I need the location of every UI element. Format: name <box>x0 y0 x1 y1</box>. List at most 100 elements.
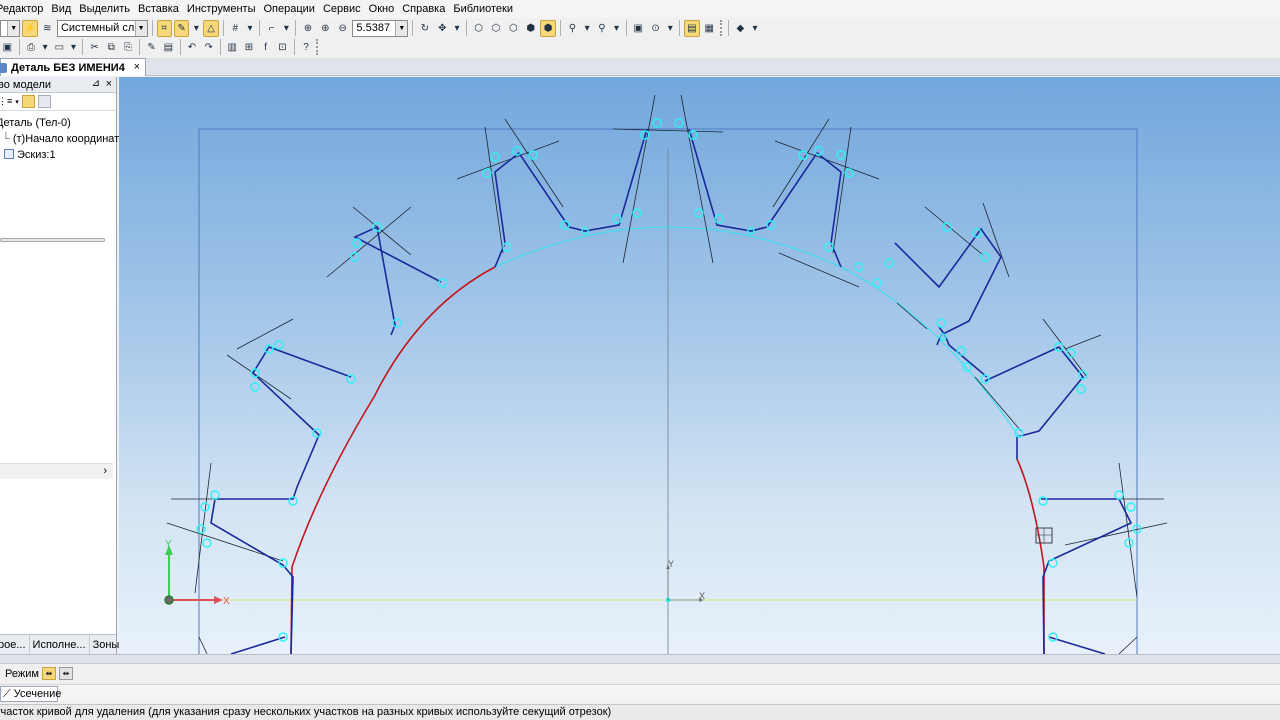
view-shaded-icon[interactable]: ⬢ <box>523 20 538 37</box>
chevron-down-icon[interactable]: ▾ <box>245 20 255 37</box>
toolbar-grip[interactable] <box>316 39 320 55</box>
filter-icon[interactable]: ⚲ <box>565 20 580 37</box>
tree-item-label: Эскиз:1 <box>17 149 56 161</box>
state-combo[interactable]: ▼ <box>0 19 21 37</box>
close-icon[interactable]: × <box>106 78 112 90</box>
chevron-down-icon[interactable]: ▾ <box>281 20 291 37</box>
manager-icon[interactable]: ▤ <box>161 39 176 56</box>
menu-item-1[interactable]: Вид <box>47 0 75 18</box>
paste-icon[interactable]: ⎘ <box>121 39 136 56</box>
measure-icon[interactable]: △ <box>203 19 219 37</box>
lock-icon[interactable]: ⊡ <box>275 39 290 56</box>
construction-arc[interactable] <box>494 226 1020 438</box>
sketch-mode-icon[interactable]: ▤ <box>684 19 700 37</box>
tree-view-icon[interactable] <box>21 95 35 108</box>
menu-item-6[interactable]: Сервис <box>319 0 365 18</box>
folder-icon[interactable]: ▣ <box>630 20 645 37</box>
eraser-icon[interactable]: ◆ <box>733 20 748 37</box>
save-icon[interactable]: ▣ <box>0 39 15 56</box>
formula-icon[interactable]: f <box>258 39 273 56</box>
chevron-right-icon[interactable]: › <box>103 465 107 477</box>
list-icon[interactable]: ⋮≡ <box>0 96 12 107</box>
library-icon[interactable]: ▥ <box>225 39 240 56</box>
cut-icon[interactable]: ✂ <box>87 39 102 56</box>
model-tree-panel: во модели ⊿ × ⋮≡ ▾ Деталь (Тел-0) └ (т)Н… <box>0 77 124 655</box>
pin-icon[interactable]: ⊿ <box>92 78 100 89</box>
menu-item-8[interactable]: Справка <box>398 0 449 18</box>
mode-delete-icon[interactable]: ⇹ <box>58 667 73 680</box>
menu-item-2[interactable]: Выделить <box>75 0 134 18</box>
sketch-canvas[interactable]: Y X X Y <box>119 77 1280 654</box>
document-tab[interactable]: Деталь БЕЗ ИМЕНИ4 × <box>0 58 146 76</box>
layer-combo[interactable]: Системный слой ▼ <box>56 19 148 37</box>
tree-item-part[interactable]: Деталь (Тел-0) <box>0 115 116 131</box>
separator <box>412 20 414 36</box>
layer-state-icon[interactable]: ⚡ <box>22 19 38 37</box>
viewport-divider <box>0 654 1280 663</box>
menu-item-0[interactable]: Редактор <box>0 0 47 18</box>
view-cube-icon[interactable]: ⬡ <box>471 20 486 37</box>
chevron-down-icon[interactable]: ▾ <box>612 20 622 37</box>
local-cs-icon[interactable]: ⌐ <box>264 20 279 37</box>
menu-item-9[interactable]: Библиотеки <box>449 0 517 18</box>
center-axis-y-label: Y <box>668 559 674 569</box>
tab-build[interactable]: рое... <box>0 634 30 655</box>
layers-icon[interactable]: ≋ <box>40 20 55 37</box>
chevron-down-icon[interactable]: ▾ <box>665 20 675 37</box>
separator <box>293 39 295 55</box>
menu-item-3[interactable]: Вставка <box>134 0 183 18</box>
chevron-down-icon: ▼ <box>395 20 408 36</box>
sketch-viewport[interactable]: Y X X Y <box>119 77 1280 654</box>
panel-horizontal-scrollbar[interactable]: › <box>0 463 113 479</box>
trim-command-button[interactable]: ⟋ Усечение <box>0 686 61 702</box>
zoom-combo[interactable]: 5.5387 ▼ <box>352 19 409 37</box>
tree-item-sketch[interactable]: Эскиз:1 <box>0 147 116 163</box>
chevron-down-icon[interactable]: ▾ <box>750 20 760 37</box>
print-icon[interactable]: ⎙ <box>24 39 39 56</box>
pan-icon[interactable]: ✥ <box>435 20 450 37</box>
properties-icon[interactable]: ✎ <box>144 39 159 56</box>
orient-icon[interactable]: ⊙ <box>648 20 663 37</box>
redo-icon[interactable]: ↷ <box>201 39 216 56</box>
view-hidden-icon[interactable]: ⬡ <box>506 20 521 37</box>
tree-scrollbar[interactable] <box>0 238 105 242</box>
rotate-icon[interactable]: ↻ <box>417 20 432 37</box>
zoom-window-icon[interactable]: ⊕ <box>300 20 315 37</box>
chevron-down-icon[interactable]: ▾ <box>15 98 19 106</box>
menu-item-5[interactable]: Операции <box>260 0 319 18</box>
chevron-down-icon[interactable]: ▾ <box>582 20 592 37</box>
structure-view-icon[interactable] <box>37 95 51 108</box>
filter-edges-icon[interactable]: ⚲ <box>594 20 609 37</box>
view-wire-icon[interactable]: ⬡ <box>488 20 503 37</box>
zoom-in-icon[interactable]: ⊕ <box>318 20 333 37</box>
sketch-origin[interactable]: X Y <box>665 559 706 603</box>
mode-trim-icon[interactable]: ⇹ <box>41 667 56 680</box>
chevron-down-icon[interactable]: ▾ <box>191 20 201 37</box>
close-icon[interactable]: × <box>134 61 140 73</box>
preview-icon[interactable]: ▭ <box>52 39 67 56</box>
view-shaded-edges-icon[interactable]: ⬢ <box>540 19 556 37</box>
help-icon[interactable]: ? <box>299 39 314 56</box>
pen-icon[interactable]: ✎ <box>173 19 190 37</box>
trim-arc-right[interactable] <box>1016 458 1045 654</box>
separator <box>18 39 20 55</box>
menu-item-4[interactable]: Инструменты <box>183 0 260 18</box>
menu-bar: Редактор Вид Выделить Вставка Инструменты Опе… <box>0 0 1280 18</box>
tab-executions[interactable]: Исполне... <box>30 634 90 655</box>
variables-icon[interactable]: ⊞ <box>242 39 257 56</box>
grid-icon[interactable]: # <box>228 20 243 37</box>
tree-item-origin[interactable]: └ (т)Начало координат <box>0 131 119 147</box>
chevron-down-icon[interactable]: ▾ <box>452 20 462 37</box>
zoom-out-icon[interactable]: ⊖ <box>335 20 350 37</box>
panel-toolbar: ⋮≡ ▾ <box>0 93 116 111</box>
trim-icon: ⟋ <box>3 687 11 700</box>
tooth-profiles[interactable] <box>210 128 1133 654</box>
copy-icon[interactable]: ⧉ <box>104 39 119 56</box>
chevron-down-icon[interactable]: ▾ <box>40 39 50 56</box>
toolbar-grip[interactable] <box>719 20 724 36</box>
undo-icon[interactable]: ↶ <box>185 39 200 56</box>
chevron-down-icon[interactable]: ▾ <box>69 39 79 56</box>
snap-icon[interactable]: ⌗ <box>156 19 172 37</box>
menu-item-7[interactable]: Окно <box>365 0 399 18</box>
table-icon[interactable]: ▦ <box>702 20 717 37</box>
